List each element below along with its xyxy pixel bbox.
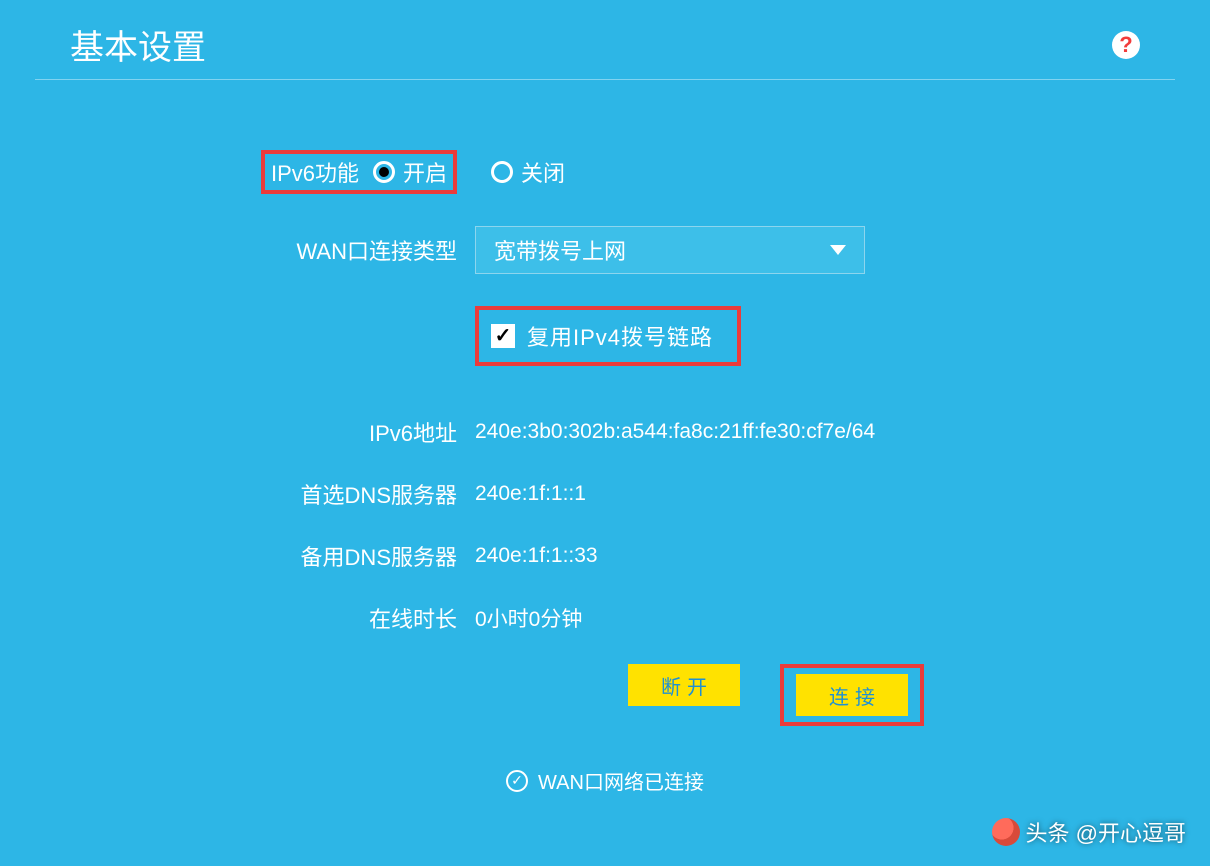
secondary-dns-row: 备用DNS服务器 240e:1f:1::33 xyxy=(0,540,1210,572)
ipv6-feature-highlight: IPv6功能 开启 xyxy=(261,150,457,194)
wan-type-label: WAN口连接类型 xyxy=(0,234,475,266)
form-area: IPv6功能 开启 关闭 WAN口连接类型 宽带拨号上网 xyxy=(0,80,1210,795)
primary-dns-label: 首选DNS服务器 xyxy=(0,478,475,510)
status-check-icon: ✓ xyxy=(506,770,528,792)
primary-dns-row: 首选DNS服务器 240e:1f:1::1 xyxy=(0,478,1210,510)
ipv6-address-value: 240e:3b0:302b:a544:fa8c:21ff:fe30:cf7e/6… xyxy=(475,420,875,444)
wan-status-row: ✓ WAN口网络已连接 xyxy=(0,766,1210,795)
ipv6-on-label: 开启 xyxy=(403,156,447,188)
reuse-ipv4-row: ✓ 复用IPv4拨号链路 xyxy=(475,306,1210,366)
disconnect-button[interactable]: 断开 xyxy=(628,664,740,706)
wan-type-value: 宽带拨号上网 xyxy=(494,234,626,266)
ipv6-address-row: IPv6地址 240e:3b0:302b:a544:fa8c:21ff:fe30… xyxy=(0,416,1210,448)
connect-highlight: 连接 xyxy=(780,664,924,726)
secondary-dns-value: 240e:1f:1::33 xyxy=(475,544,598,568)
primary-dns-value: 240e:1f:1::1 xyxy=(475,482,586,506)
ipv6-off-radio[interactable]: 关闭 xyxy=(491,156,565,188)
check-icon: ✓ xyxy=(495,326,512,346)
watermark-text: 头条 @开心逗哥 xyxy=(1026,816,1186,848)
page-title: 基本设置 xyxy=(70,20,206,69)
ipv6-address-label: IPv6地址 xyxy=(0,416,475,448)
radio-icon xyxy=(491,161,513,183)
page-header: 基本设置 ? xyxy=(35,0,1175,80)
reuse-ipv4-label: 复用IPv4拨号链路 xyxy=(527,320,713,352)
wan-type-row: WAN口连接类型 宽带拨号上网 xyxy=(0,226,1210,274)
ipv6-feature-row: IPv6功能 开启 关闭 xyxy=(0,150,1210,194)
ipv6-off-label: 关闭 xyxy=(521,156,565,188)
online-time-label: 在线时长 xyxy=(0,602,475,634)
connect-button[interactable]: 连接 xyxy=(796,674,908,716)
action-buttons: 断开 连接 xyxy=(628,664,1210,726)
reuse-ipv4-highlight: ✓ 复用IPv4拨号链路 xyxy=(475,306,741,366)
watermark: 头条 @开心逗哥 xyxy=(992,816,1186,848)
wan-status-text: WAN口网络已连接 xyxy=(538,766,704,795)
online-time-row: 在线时长 0小时0分钟 xyxy=(0,602,1210,634)
wan-type-select[interactable]: 宽带拨号上网 xyxy=(475,226,865,274)
watermark-logo-icon xyxy=(992,818,1020,846)
radio-icon xyxy=(373,161,395,183)
chevron-down-icon xyxy=(830,245,846,255)
reuse-ipv4-checkbox[interactable]: ✓ xyxy=(491,324,515,348)
ipv6-on-radio[interactable]: 开启 xyxy=(373,156,447,188)
online-time-value: 0小时0分钟 xyxy=(475,603,582,633)
secondary-dns-label: 备用DNS服务器 xyxy=(0,540,475,572)
ipv6-feature-label: IPv6功能 xyxy=(271,156,359,188)
help-icon[interactable]: ? xyxy=(1112,31,1140,59)
